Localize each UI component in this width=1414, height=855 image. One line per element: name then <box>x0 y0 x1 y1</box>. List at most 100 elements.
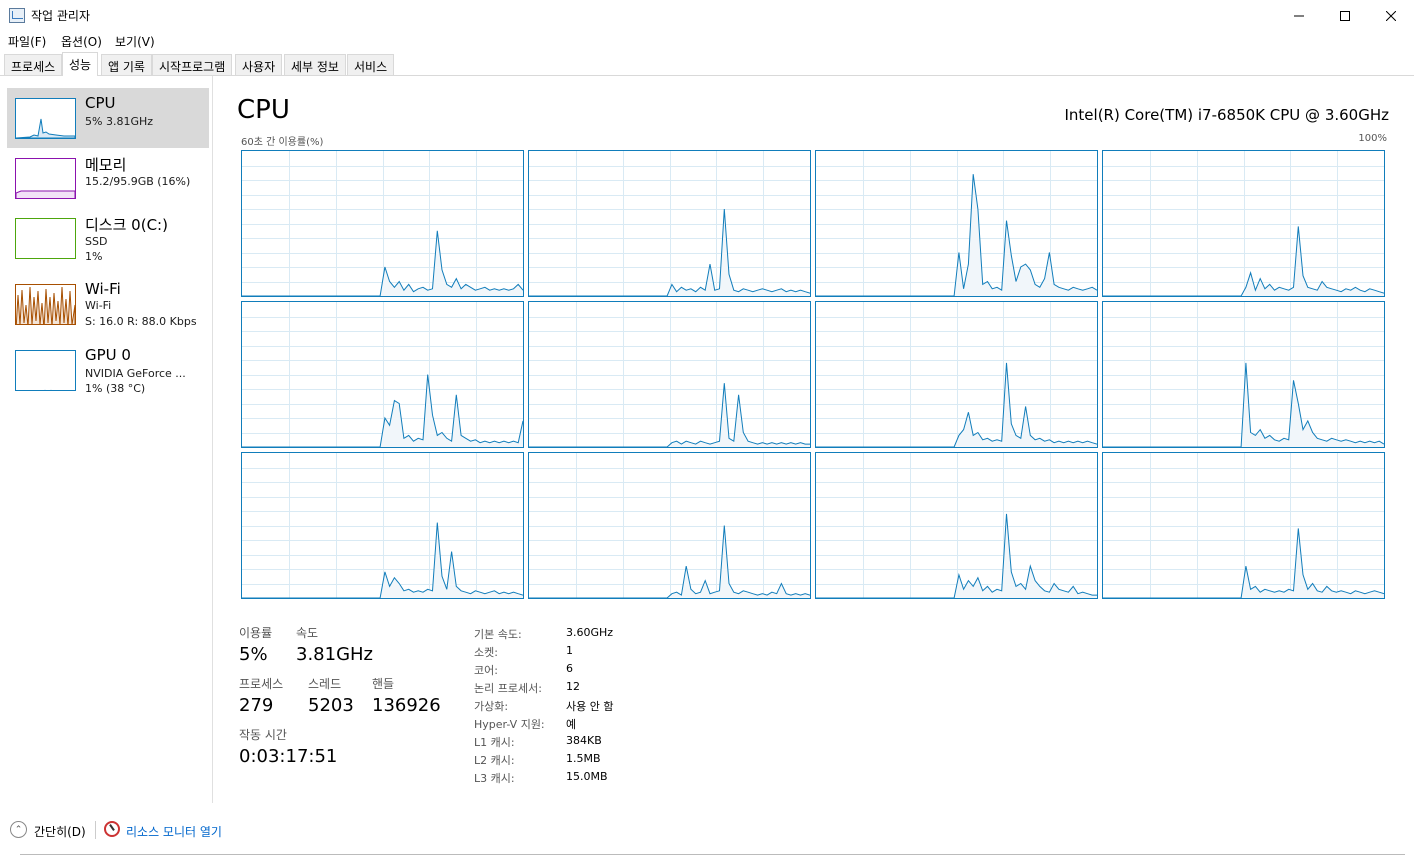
utilization-area <box>242 230 523 296</box>
memory-thumbnail-graph <box>15 158 76 199</box>
logical-processor-graph <box>815 301 1098 448</box>
spec-label: 코어: <box>474 664 498 677</box>
logical-processor-graph <box>241 150 524 297</box>
utilization-area <box>242 374 523 447</box>
spec-value: 384KB <box>566 734 602 747</box>
resource-monitor-icon[interactable] <box>104 821 120 837</box>
spec-label: 논리 프로세서: <box>474 682 542 695</box>
handles-label: 핸들 <box>372 677 395 691</box>
title-bar: 작업 관리자 <box>0 0 1414 31</box>
tab-bar: 프로세스 성능 앱 기록 시작프로그램 사용자 세부 정보 서비스 <box>0 52 1414 76</box>
uptime-label: 작동 시간 <box>239 728 287 742</box>
maximize-button[interactable] <box>1322 0 1368 31</box>
handles-value: 136926 <box>372 695 441 716</box>
sidebar-item-cpu[interactable]: CPU 5% 3.81GHz <box>7 88 209 148</box>
spec-label: L3 캐시: <box>474 772 515 785</box>
spec-value: 1.5MB <box>566 752 601 765</box>
tab-details[interactable]: 세부 정보 <box>284 54 346 75</box>
tab-processes[interactable]: 프로세스 <box>4 54 63 75</box>
utilization-line <box>529 383 810 447</box>
spec-label: 가상화: <box>474 700 509 713</box>
cpu-thumbnail-graph <box>15 98 76 139</box>
speed-label: 속도 <box>296 626 319 640</box>
spec-value: 사용 안 함 <box>566 700 614 713</box>
logical-processor-graph <box>815 150 1098 297</box>
logical-processor-graph <box>528 150 811 297</box>
spec-label: 기본 속도: <box>474 628 522 641</box>
sidebar-item-wifi[interactable]: Wi-Fi Wi-Fi S: 16.0 R: 88.0 Kbps <box>7 274 209 334</box>
sidebar-item-title: GPU 0 <box>85 346 131 364</box>
wifi-thumbnail-graph <box>15 284 76 325</box>
cpu-model-name: Intel(R) Core(TM) i7-6850K CPU @ 3.60GHz <box>1064 106 1389 124</box>
sidebar-item-subtitle: NVIDIA GeForce ... <box>85 367 186 380</box>
graph-max-label: 100% <box>1358 133 1387 144</box>
spec-value: 15.0MB <box>566 770 608 783</box>
sidebar-item-title: 디스크 0(C:) <box>85 216 168 234</box>
utilization-value: 5% <box>239 644 268 665</box>
logical-processor-graph <box>815 452 1098 599</box>
spec-value: 12 <box>566 680 580 693</box>
logical-processor-graph <box>528 301 811 448</box>
tab-users[interactable]: 사용자 <box>235 54 283 75</box>
utilization-area <box>1103 226 1384 296</box>
graph-time-label: 60초 간 이용률(%) <box>241 137 324 148</box>
sidebar-item-gpu[interactable]: GPU 0 NVIDIA GeForce ... 1% (38 °C) <box>7 340 209 400</box>
spec-value: 1 <box>566 644 573 657</box>
tab-startup[interactable]: 시작프로그램 <box>152 54 233 75</box>
sidebar-item-disk[interactable]: 디스크 0(C:) SSD 1% <box>7 208 209 268</box>
spec-value: 예 <box>566 718 577 731</box>
logical-processor-graph <box>528 452 811 599</box>
maximize-icon <box>1340 10 1350 21</box>
logical-processor-graph <box>1102 452 1385 599</box>
utilization-line <box>242 522 523 598</box>
logical-processor-graph <box>1102 301 1385 448</box>
tab-performance[interactable]: 성능 <box>62 52 99 76</box>
minimize-button[interactable] <box>1276 0 1322 31</box>
sidebar-item-title: 메모리 <box>85 156 127 174</box>
utilization-line <box>816 174 1097 296</box>
window-title: 작업 관리자 <box>31 9 91 23</box>
uptime-value: 0:03:17:51 <box>239 746 338 767</box>
fewer-details-link[interactable]: 간단히(D) <box>34 823 86 840</box>
spec-value: 6 <box>566 662 573 675</box>
sidebar-item-subtitle: 5% 3.81GHz <box>85 115 154 128</box>
logical-processor-graph <box>241 452 524 599</box>
utilization-line <box>529 525 810 598</box>
sidebar-item-detail: 1% (38 °C) <box>85 382 146 395</box>
tab-app-history[interactable]: 앱 기록 <box>101 54 152 75</box>
tab-services[interactable]: 서비스 <box>347 54 395 75</box>
utilization-area <box>529 383 810 447</box>
utilization-line <box>1103 226 1384 296</box>
performance-panel: CPU Intel(R) Core(TM) i7-6850K CPU @ 3.6… <box>214 76 1414 803</box>
minimize-icon <box>1294 15 1304 16</box>
sidebar-item-detail: 1% <box>85 250 103 263</box>
menu-options[interactable]: 옵션(O) <box>61 33 102 50</box>
sidebar-item-title: Wi-Fi <box>85 280 121 298</box>
spec-label: L2 캐시: <box>474 754 515 767</box>
footer-bar: ⌃ 간단히(D) 리소스 모니터 열기 <box>0 803 1414 855</box>
page-title: CPU <box>237 95 290 125</box>
sidebar-item-detail: S: 16.0 R: 88.0 Kbps <box>85 315 197 328</box>
spec-label: Hyper-V 지원: <box>474 718 545 731</box>
sidebar-item-memory[interactable]: 메모리 15.2/95.9GB (16%) <box>7 148 209 208</box>
footer-divider <box>95 821 96 839</box>
menu-view[interactable]: 보기(V) <box>115 33 155 50</box>
threads-label: 스레드 <box>308 677 342 691</box>
menu-bar: 파일(F) 옵션(O) 보기(V) <box>0 31 1414 51</box>
sidebar-item-subtitle: SSD <box>85 235 108 248</box>
utilization-area <box>1103 528 1384 598</box>
logical-processor-graph <box>241 301 524 448</box>
gpu-thumbnail-graph <box>15 350 76 391</box>
chevron-up-icon[interactable]: ⌃ <box>10 821 27 838</box>
spec-label: L1 캐시: <box>474 736 515 749</box>
close-icon <box>1386 10 1396 21</box>
open-resource-monitor-link[interactable]: 리소스 모니터 열기 <box>126 823 222 840</box>
utilization-area <box>529 525 810 598</box>
sidebar-item-title: CPU <box>85 94 116 112</box>
close-button[interactable] <box>1368 0 1414 31</box>
sidebar-item-subtitle: Wi-Fi <box>85 299 112 312</box>
speed-value: 3.81GHz <box>296 644 374 665</box>
menu-file[interactable]: 파일(F) <box>8 33 46 50</box>
task-manager-icon <box>9 8 25 23</box>
logical-processor-graph <box>1102 150 1385 297</box>
